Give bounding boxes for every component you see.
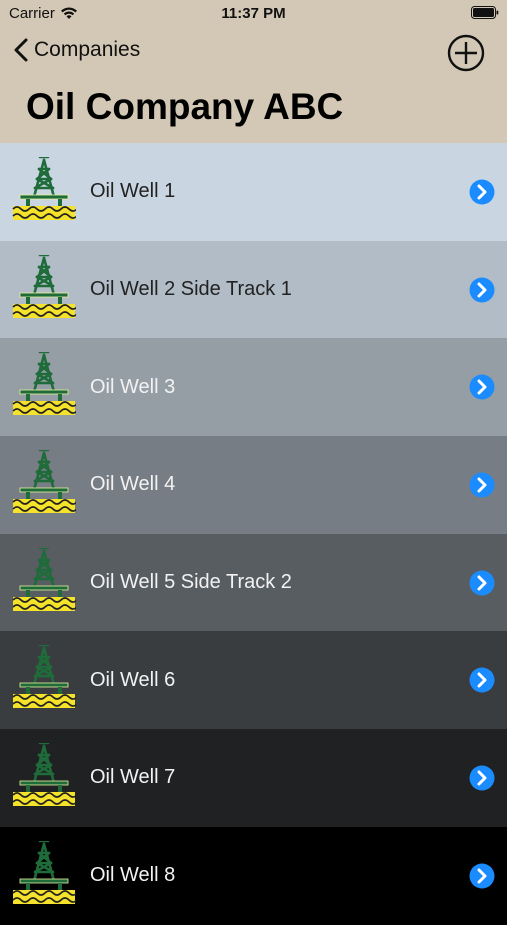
oil-rig-icon — [12, 547, 76, 611]
chevron-right-circle-icon[interactable] — [469, 277, 495, 303]
chevron-right-circle-icon[interactable] — [469, 374, 495, 400]
oil-rig-icon — [12, 840, 76, 904]
oil-rig-icon — [12, 450, 76, 514]
well-name: Oil Well 7 — [90, 766, 176, 789]
chevron-right-circle-icon[interactable] — [469, 863, 495, 889]
well-name: Oil Well 6 — [90, 668, 176, 691]
chevron-right-circle-icon[interactable] — [469, 570, 495, 596]
chevron-right-circle-icon[interactable] — [469, 472, 495, 498]
well-row[interactable]: Oil Well 7 — [0, 729, 507, 827]
oil-rig-icon — [12, 157, 76, 220]
well-name: Oil Well 3 — [90, 375, 176, 398]
well-name: Oil Well 5 Side Track 2 — [90, 571, 292, 594]
status-bar: Carrier 11:37 PM — [0, 0, 507, 28]
navigation-header: Carrier 11:37 PM Companies Oil Company A… — [0, 0, 507, 143]
status-time: 11:37 PM — [221, 5, 286, 22]
back-button[interactable]: Companies — [14, 38, 140, 62]
chevron-right-circle-icon[interactable] — [469, 765, 495, 791]
well-row[interactable]: Oil Well 8 — [0, 826, 507, 925]
well-row[interactable]: Oil Well 4 — [0, 436, 507, 534]
chevron-left-icon — [14, 38, 28, 62]
page-title: Oil Company ABC — [26, 86, 344, 127]
well-row[interactable]: Oil Well 1 — [0, 143, 507, 241]
back-button-label: Companies — [34, 38, 141, 61]
well-list: Oil Well 1 Oil Well 2 Side Track 1 Oil W… — [0, 143, 507, 925]
well-row[interactable]: Oil Well 5 Side Track 2 — [0, 533, 507, 632]
chevron-right-circle-icon[interactable] — [469, 667, 495, 693]
well-name: Oil Well 8 — [90, 864, 176, 887]
oil-rig-icon — [12, 743, 76, 807]
well-row[interactable]: Oil Well 6 — [0, 631, 507, 730]
oil-rig-icon — [12, 254, 76, 318]
well-name: Oil Well 1 — [90, 180, 176, 203]
plus-circle-icon — [447, 34, 485, 72]
well-row[interactable]: Oil Well 2 Side Track 1 — [0, 240, 507, 339]
battery-icon — [471, 6, 499, 19]
well-row[interactable]: Oil Well 3 — [0, 338, 507, 437]
oil-rig-icon — [12, 352, 76, 416]
well-name: Oil Well 4 — [90, 473, 176, 496]
nav-bar: Companies — [0, 28, 507, 78]
chevron-right-circle-icon[interactable] — [469, 179, 495, 205]
well-name: Oil Well 2 Side Track 1 — [90, 278, 292, 301]
add-well-button[interactable] — [447, 34, 485, 72]
oil-rig-icon — [12, 645, 76, 709]
